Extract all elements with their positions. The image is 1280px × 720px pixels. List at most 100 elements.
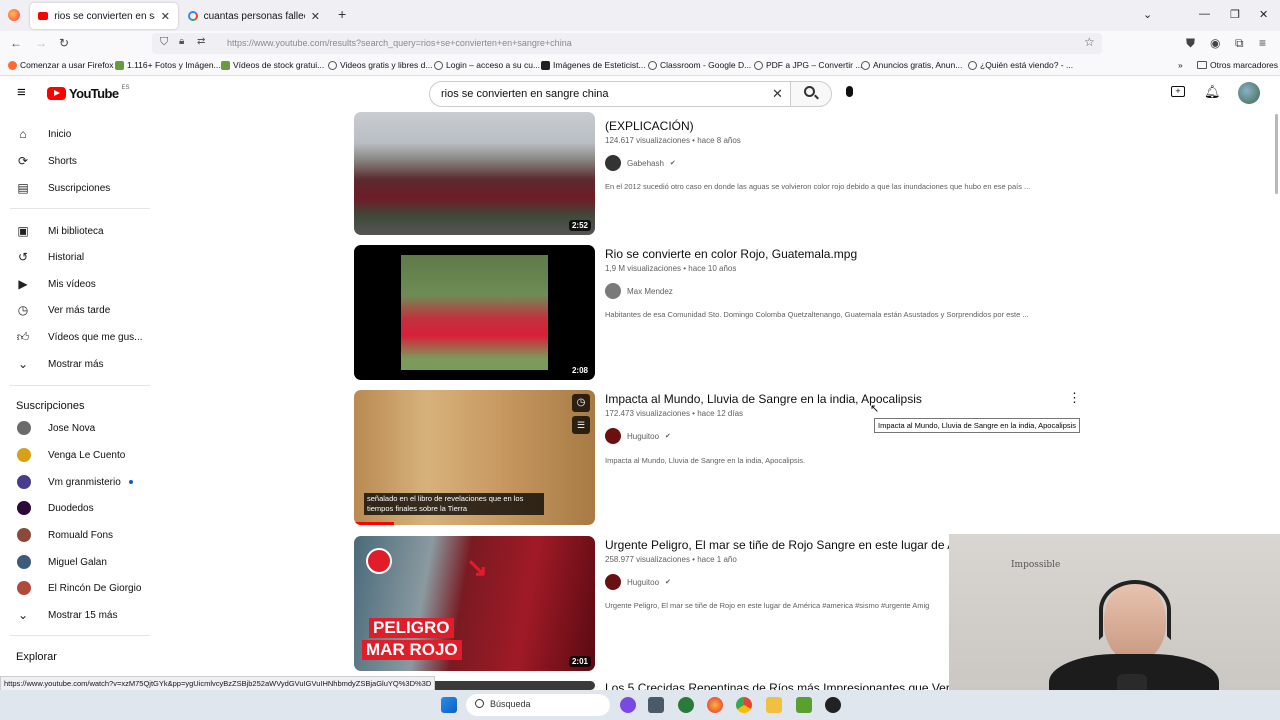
sidebar-item-subscription[interactable]: Duodedos [0,495,160,521]
add-to-queue-icon[interactable]: ☰ [572,416,590,434]
extensions-icon[interactable]: ⧉ [1235,36,1244,51]
lock-icon[interactable]: 🔒︎ [179,36,184,47]
channel-info[interactable]: Huguitoo ✔ [605,428,671,444]
search-query[interactable]: rios se convierten en sangre china [441,88,609,100]
close-tab-icon[interactable]: ✕ [161,10,170,23]
sidebar-item-shorts[interactable]: ⟳ Shorts [0,148,160,174]
sidebar-item-subscription[interactable]: Venga Le Cuento [0,442,160,468]
video-title[interactable]: (EXPLICACIÓN) [605,119,694,133]
app-icon[interactable] [825,697,841,713]
watch-later-icon[interactable]: ◷ [572,394,590,412]
hamburger-menu-icon[interactable]: ≡ [17,84,26,101]
more-options-icon[interactable]: ⋮ [1068,390,1081,406]
microphone-icon[interactable] [846,86,853,97]
shield-icon[interactable]: ⛉ [160,36,168,49]
video-thumbnail[interactable]: ◷ ☰ señalado en el libro de revelaciones… [354,390,595,525]
tab-list-icon[interactable]: ⌄ [1143,8,1152,21]
reload-icon[interactable]: ↻ [59,36,69,50]
bookmark-item[interactable]: Anuncios gratis, Anun... [861,60,962,70]
sidebar-item-mostrar-mas[interactable]: ⌄ Mostrar más [0,351,160,377]
new-tab-button[interactable]: + [338,6,346,22]
sidebar-item-ver-mas-tarde[interactable]: ◷ Ver más tarde [0,297,160,323]
sidebar-item-subscription[interactable]: Vm granmisterio [0,469,160,495]
esthetics-icon [541,60,550,70]
video-thumbnail[interactable]: 2:52 [354,112,595,235]
forward-icon[interactable]: → [35,36,47,50]
sidebar-item-historial[interactable]: ↺ Historial [0,244,160,270]
close-tab-icon[interactable]: ✕ [311,10,320,23]
youtube-logo[interactable]: YouTube ES [47,85,130,101]
channel-info[interactable]: Max Mendez [605,283,673,299]
search-input[interactable]: rios se convierten en sangre china ✕ [429,81,791,107]
channel-info[interactable]: Huguitoo ✔ [605,574,671,590]
channel-avatar [17,501,31,515]
youtube-header: ≡ YouTube ES rios se convierten en sangr… [0,76,1280,112]
page-scrollbar[interactable] [1275,114,1278,194]
video-duration: 2:52 [568,220,591,231]
video-title[interactable]: Los 5 Crecidas Repentinas de Ríos más Im… [605,681,949,690]
app-icon[interactable] [796,697,812,713]
tab-google-search[interactable]: cuantas personas fallecieron en ✕ [180,3,328,29]
library-icon: ▣ [17,224,29,238]
url-text[interactable]: https://www.youtube.com/results?search_q… [227,38,572,48]
sidebar-item-mi-biblioteca[interactable]: ▣ Mi biblioteca [0,218,160,244]
sidebar-item-subscription[interactable]: El Rincón De Giorgio [0,575,160,601]
bookmark-item[interactable]: Classroom - Google D... [648,60,751,70]
tab-title: cuantas personas fallecieron en [203,10,305,22]
globe-icon [648,60,657,70]
close-window-icon[interactable]: ✕ [1259,8,1268,21]
firefox-menu-icon[interactable] [8,9,20,21]
bookmark-item[interactable]: Vídeos de stock gratui... [221,60,324,70]
back-icon[interactable]: ← [10,36,22,50]
headphones-icon [1099,580,1171,640]
bookmark-item[interactable]: PDF a JPG – Convertir ... [754,60,862,70]
taskbar-search-label: Búsqueda [490,699,531,709]
clear-search-icon[interactable]: ✕ [772,86,783,102]
create-video-icon[interactable]: + [1171,86,1185,97]
file-explorer-icon[interactable] [766,697,782,713]
bookmark-item[interactable]: 1.116+ Fotos y Imágen... [115,60,221,70]
notifications-bell-icon[interactable]: 🔔︎ [1204,84,1221,100]
pocket-icon[interactable]: ⛊ [1186,36,1195,51]
sidebar-item-mis-videos[interactable]: ▶ Mis vídeos [0,271,160,297]
bookmark-item[interactable]: Login – acceso a su cu... [434,60,540,70]
search-button[interactable] [790,81,832,107]
channel-info[interactable]: Gabehash ✔ [605,155,676,171]
url-bar[interactable]: ⛉ 🔒︎ ⇄ https://www.youtube.com/results?s… [152,33,1102,54]
bookmark-item[interactable]: Imágenes de Esteticist... [541,60,646,70]
minimize-icon[interactable]: — [1199,8,1210,20]
sidebar-item-mostrar-15-mas[interactable]: ⌄ Mostrar 15 más [0,602,160,628]
restore-icon[interactable]: ❐ [1230,8,1240,21]
firefox-icon[interactable] [707,697,723,713]
app-icon[interactable] [678,697,694,713]
sidebar-item-subscription[interactable]: Jose Nova [0,415,160,441]
sidebar-item-subscription[interactable]: Romuald Fons [0,522,160,548]
bookmark-star-icon[interactable]: ☆ [1084,35,1095,49]
other-bookmarks[interactable]: Otros marcadores [1197,60,1278,70]
mouse-cursor-icon: ↖ [870,403,880,415]
app-icon[interactable] [620,697,636,713]
bookmark-item[interactable]: Videos gratis y libres d... [328,60,432,70]
bookmark-item[interactable]: ¿Quién está viendo? - ... [968,60,1073,70]
taskbar-search[interactable]: Búsqueda [466,694,610,716]
account-icon[interactable]: ◉ [1210,36,1220,50]
video-title[interactable]: Rio se convierte en color Rojo, Guatemal… [605,247,857,261]
sidebar-item-subscription[interactable]: Miguel Galan [0,549,160,575]
app-icon[interactable] [648,697,664,713]
more-bookmarks-icon[interactable]: » [1178,60,1183,70]
avatar[interactable] [1238,82,1260,104]
sidebar-item-videos-me-gustan[interactable]: 👍︎ Vídeos que me gus... [0,324,160,350]
video-title[interactable]: Urgente Peligro, El mar se tiñe de Rojo … [605,538,949,552]
windows-start-icon[interactable] [441,697,457,713]
bookmark-item[interactable]: Comenzar a usar Firefox [8,60,114,70]
video-thumbnail[interactable]: ↘ PELIGRO MAR ROJO 2:01 [354,536,595,671]
permissions-icon[interactable]: ⇄ [197,36,205,47]
chrome-icon[interactable] [736,697,752,713]
tab-youtube-search[interactable]: rios se convierten en sangre ch ✕ [30,3,178,29]
channel-avatar [17,581,31,595]
sidebar-divider [10,635,150,636]
sidebar-item-inicio[interactable]: ⌂ Inicio [0,121,160,147]
app-menu-icon[interactable]: ≡ [1259,36,1266,50]
sidebar-item-suscripciones[interactable]: ▤ Suscripciones [0,175,160,201]
video-thumbnail[interactable]: 2:08 [354,245,595,380]
